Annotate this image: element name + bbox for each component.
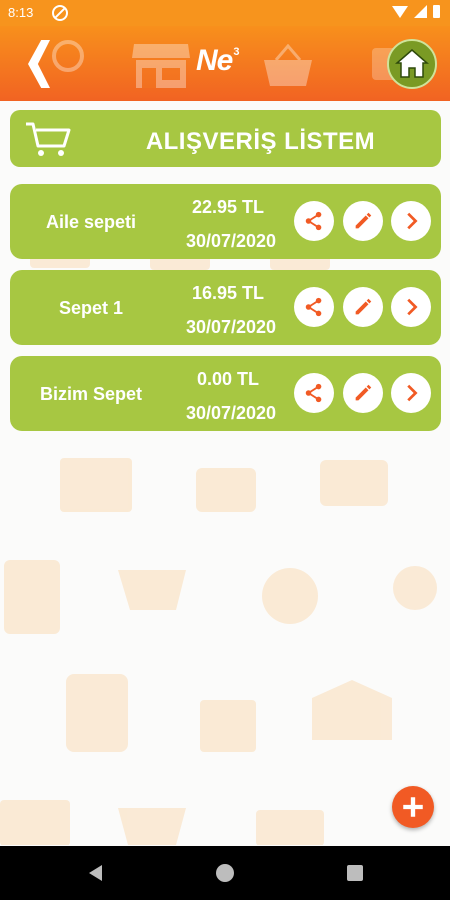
chevron-right-icon <box>407 298 418 316</box>
nav-recents-icon[interactable] <box>347 865 363 881</box>
edit-button[interactable] <box>343 287 383 327</box>
basket-decoration-icon <box>264 44 312 86</box>
list-name: Aile sepeti <box>45 212 137 232</box>
list-date: 30/07/2020 <box>185 317 277 337</box>
page-title: ALIŞVERİŞ LİSTEM <box>145 128 376 155</box>
add-list-button[interactable] <box>392 786 434 828</box>
nav-back-icon[interactable] <box>89 865 102 881</box>
list-item[interactable]: Aile sepeti 22.95 TL 30/07/2020 <box>10 184 441 259</box>
list-item[interactable]: Sepet 1 16.95 TL 30/07/2020 <box>10 270 441 345</box>
add-icon <box>403 797 423 817</box>
shopping-list-header: ALIŞVERİŞ LİSTEM <box>10 110 441 167</box>
signal-icon <box>414 5 427 18</box>
app-bar: Ne3 <box>0 26 450 101</box>
edit-button[interactable] <box>343 373 383 413</box>
battery-icon <box>433 5 440 18</box>
status-bar: 8:13 <box>0 0 450 26</box>
list-item[interactable]: Bizim Sepet 0.00 TL 30/07/2020 <box>10 356 441 431</box>
edit-icon <box>355 212 372 229</box>
open-list-button[interactable] <box>391 373 431 413</box>
wifi-icon <box>392 5 408 18</box>
home-button[interactable] <box>387 39 437 89</box>
app-logo: Ne3 <box>196 44 240 78</box>
edit-icon <box>355 298 372 315</box>
chevron-right-icon <box>407 212 418 230</box>
share-button[interactable] <box>294 287 334 327</box>
edit-icon <box>355 384 372 401</box>
share-icon <box>305 297 322 317</box>
edit-button[interactable] <box>343 201 383 241</box>
list-name: Bizim Sepet <box>39 384 143 404</box>
shop-decoration-icon <box>132 44 190 88</box>
list-amount: 16.95 TL <box>191 283 265 303</box>
share-icon <box>305 211 322 231</box>
magnifier-decoration-icon <box>52 40 84 72</box>
status-time: 8:13 <box>8 5 34 20</box>
status-icons <box>392 5 440 18</box>
home-icon <box>394 49 430 78</box>
open-list-button[interactable] <box>391 287 431 327</box>
list-date: 30/07/2020 <box>185 403 277 423</box>
do-not-disturb-icon <box>52 5 68 21</box>
list-name: Sepet 1 <box>58 298 124 318</box>
logo-superscript: 3 <box>233 46 239 58</box>
share-icon <box>305 383 322 403</box>
nav-home-icon[interactable] <box>216 864 234 882</box>
list-amount: 22.95 TL <box>191 197 265 217</box>
list-amount: 0.00 TL <box>196 369 260 389</box>
back-icon <box>28 40 50 88</box>
open-list-button[interactable] <box>391 201 431 241</box>
chevron-right-icon <box>407 384 418 402</box>
share-button[interactable] <box>294 201 334 241</box>
system-nav-bar <box>0 846 450 900</box>
logo-text: Ne <box>196 44 233 77</box>
list-date: 30/07/2020 <box>185 231 277 251</box>
share-button[interactable] <box>294 373 334 413</box>
